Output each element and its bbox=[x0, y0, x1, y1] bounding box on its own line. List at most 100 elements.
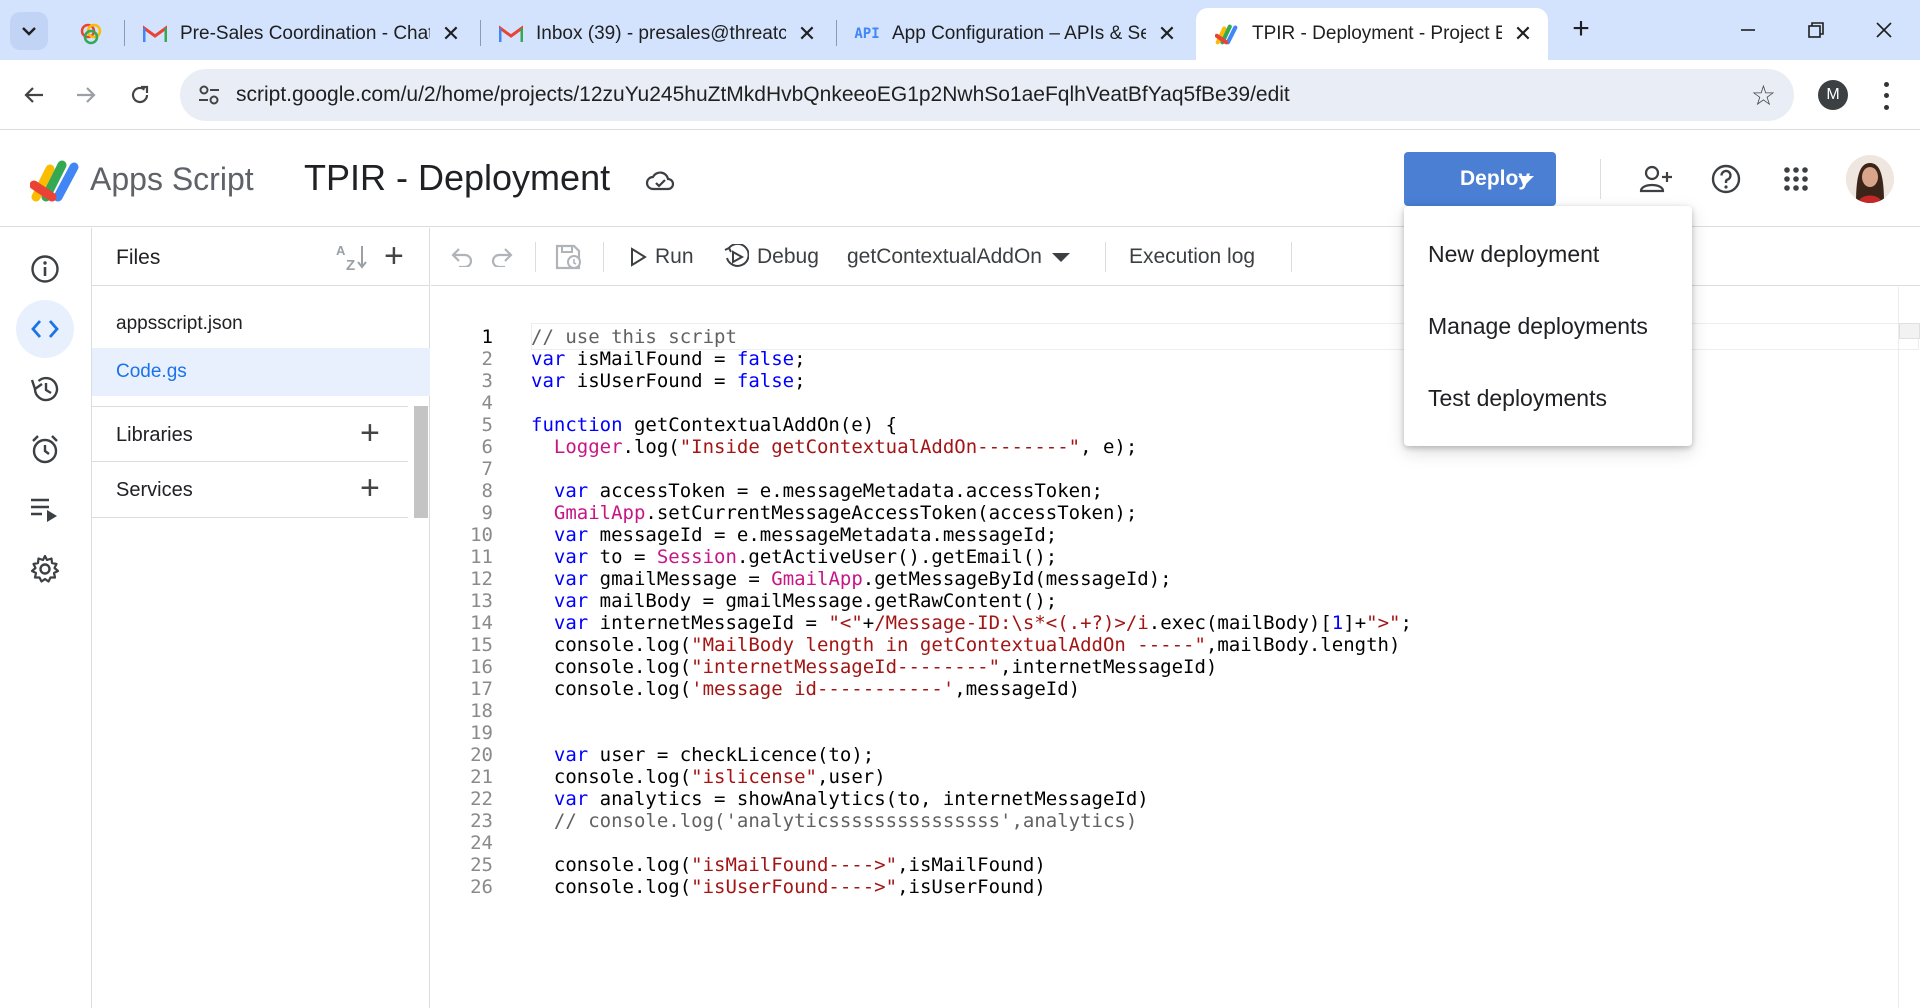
rail-triggers[interactable] bbox=[16, 420, 74, 478]
toolbar-divider bbox=[535, 242, 536, 272]
left-nav-rail bbox=[0, 228, 92, 1008]
file-code-gs[interactable]: Code.gs bbox=[92, 348, 430, 396]
tab-app-configuration[interactable]: API App Configuration – APIs & Ser ✕ bbox=[836, 8, 1192, 60]
user-photo-icon bbox=[1846, 155, 1894, 203]
menu-test-deployments[interactable]: Test deployments bbox=[1404, 362, 1692, 434]
share-button[interactable] bbox=[1636, 159, 1676, 199]
restore-icon bbox=[1808, 22, 1824, 38]
info-icon bbox=[31, 255, 59, 283]
google-apps-button[interactable] bbox=[1776, 159, 1816, 199]
apps-script-icon bbox=[1214, 21, 1240, 47]
deploy-button[interactable]: Deploy bbox=[1404, 152, 1556, 206]
site-settings-icon[interactable] bbox=[196, 82, 222, 108]
reload-button[interactable] bbox=[122, 77, 158, 113]
gear-icon bbox=[30, 554, 60, 583]
tab-workspace[interactable] bbox=[58, 8, 122, 60]
debug-button[interactable]: Debug bbox=[723, 242, 819, 272]
minimize-icon bbox=[1741, 29, 1755, 31]
rail-overview[interactable] bbox=[16, 240, 74, 298]
files-title: Files bbox=[116, 246, 161, 269]
alarm-clock-icon bbox=[32, 435, 58, 464]
restore-button[interactable] bbox=[1794, 10, 1838, 50]
save-icon bbox=[555, 244, 581, 270]
minimize-button[interactable] bbox=[1726, 10, 1770, 50]
header-divider bbox=[1600, 159, 1601, 199]
code-icon bbox=[31, 320, 59, 338]
help-icon bbox=[1711, 164, 1741, 194]
debug-label: Debug bbox=[757, 245, 819, 268]
code-text: console.log("isUserFound---->",isUserFou… bbox=[531, 876, 1046, 898]
editor-toolbar: Run Debug getContextualAddOn Execution l… bbox=[431, 228, 1920, 286]
save-button[interactable] bbox=[551, 242, 587, 272]
toolbar-divider bbox=[603, 242, 604, 272]
project-title[interactable]: TPIR - Deployment bbox=[304, 157, 610, 199]
debug-icon bbox=[724, 244, 749, 267]
libraries-label: Libraries bbox=[116, 424, 193, 446]
code-editor[interactable]: 1// use this script 2 var isMailFound = fa… bbox=[431, 287, 1920, 1008]
history-icon bbox=[30, 376, 59, 402]
caret-down-icon bbox=[1518, 176, 1534, 184]
rail-executions[interactable] bbox=[16, 480, 74, 538]
back-button[interactable] bbox=[16, 77, 52, 113]
file-appsscript-json[interactable]: appsscript.json bbox=[92, 300, 430, 348]
function-select[interactable]: getContextualAddOn bbox=[847, 242, 1070, 272]
arrow-left-icon bbox=[24, 87, 43, 103]
rail-history[interactable] bbox=[16, 360, 74, 418]
tab-presales-chat[interactable]: Pre-Sales Coordination - Chat ✕ bbox=[124, 8, 476, 60]
add-library-button[interactable]: + bbox=[360, 416, 380, 450]
user-avatar[interactable] bbox=[1846, 155, 1894, 203]
rail-editor[interactable] bbox=[16, 300, 74, 358]
files-scrollbar[interactable] bbox=[414, 406, 428, 518]
url-text: script.google.com/u/2/home/projects/12zu… bbox=[236, 83, 1290, 106]
toolbar-divider bbox=[1291, 242, 1292, 272]
browser-profile-avatar[interactable]: M bbox=[1818, 80, 1848, 110]
add-service-button[interactable]: + bbox=[360, 471, 380, 505]
svg-text:Z: Z bbox=[346, 257, 355, 272]
close-icon[interactable]: ✕ bbox=[796, 21, 818, 47]
reload-icon bbox=[131, 85, 149, 104]
api-icon: API bbox=[854, 26, 880, 42]
code-line[interactable]: 26 console.log("isUserFound---->",isUser… bbox=[431, 874, 1911, 901]
menu-manage-deployments[interactable]: Manage deployments bbox=[1404, 290, 1692, 362]
rail-settings[interactable] bbox=[16, 540, 74, 598]
undo-button[interactable] bbox=[447, 242, 477, 272]
tab-tpir-deployment[interactable]: TPIR - Deployment - Project Edi ✕ bbox=[1196, 8, 1548, 60]
run-button[interactable]: Run bbox=[629, 242, 694, 272]
bookmark-star-icon[interactable]: ☆ bbox=[1751, 79, 1776, 112]
browser-menu-button[interactable] bbox=[1876, 79, 1896, 113]
help-button[interactable] bbox=[1706, 159, 1746, 199]
address-bar[interactable]: script.google.com/u/2/home/projects/12zu… bbox=[180, 69, 1794, 121]
close-window-button[interactable] bbox=[1862, 10, 1906, 50]
tab-title: Pre-Sales Coordination - Chat bbox=[180, 23, 430, 44]
menu-new-deployment[interactable]: New deployment bbox=[1404, 218, 1692, 290]
apps-script-logo-icon[interactable] bbox=[30, 159, 82, 203]
run-label: Run bbox=[655, 245, 694, 268]
gmail-icon bbox=[498, 21, 524, 47]
browser-toolbar: script.google.com/u/2/home/projects/12zu… bbox=[0, 60, 1920, 130]
services-section: Services + bbox=[92, 462, 408, 518]
tab-inbox[interactable]: Inbox (39) - presales@threatcop ✕ bbox=[480, 8, 832, 60]
redo-button[interactable] bbox=[487, 242, 517, 272]
forward-button[interactable] bbox=[68, 77, 104, 113]
undo-icon bbox=[451, 248, 473, 267]
sort-az-icon[interactable]: AZ bbox=[336, 242, 370, 274]
services-label: Services bbox=[116, 479, 193, 501]
deploy-menu: New deployment Manage deployments Test d… bbox=[1404, 206, 1692, 446]
tab-title: App Configuration – APIs & Ser bbox=[892, 23, 1146, 44]
svg-text:A: A bbox=[336, 243, 346, 258]
gmail-icon bbox=[142, 21, 168, 47]
files-panel: Files AZ + appsscript.json Code.gs Libra… bbox=[92, 228, 430, 1008]
new-tab-button[interactable]: + bbox=[1564, 12, 1598, 46]
play-icon bbox=[631, 247, 647, 267]
close-icon[interactable]: ✕ bbox=[440, 21, 462, 47]
caret-down-icon bbox=[1051, 252, 1070, 262]
add-file-button[interactable]: + bbox=[384, 239, 404, 273]
files-header: Files AZ + bbox=[92, 228, 430, 286]
close-icon[interactable]: ✕ bbox=[1156, 21, 1178, 47]
execution-log-button[interactable]: Execution log bbox=[1129, 242, 1255, 272]
close-icon bbox=[1876, 22, 1892, 38]
tab-search-button[interactable] bbox=[10, 12, 48, 50]
tab-title: TPIR - Deployment - Project Edi bbox=[1252, 23, 1502, 44]
close-icon[interactable]: ✕ bbox=[1512, 21, 1534, 47]
execution-log-label: Execution log bbox=[1129, 245, 1256, 268]
